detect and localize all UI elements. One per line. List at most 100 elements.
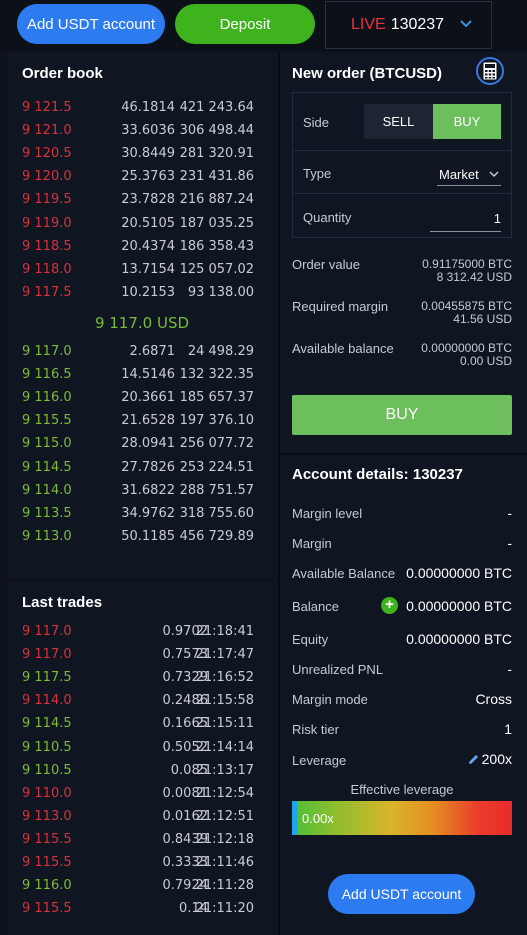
plus-icon[interactable]: + [381, 597, 398, 614]
account-number: 130237 [390, 16, 445, 33]
bid-size: 2.6871 [129, 344, 176, 359]
bid-price: 9 113.5 [22, 505, 72, 521]
ask-size: 13.7154 [121, 261, 175, 277]
bid-row[interactable]: 9 117.0 2.6871 24 498.29 [22, 344, 254, 364]
type-label: Type [303, 166, 332, 181]
trade-price: 9 116.0 [22, 878, 72, 894]
leverage-label: Leverage [292, 753, 347, 768]
mid-price: 9 117.0 USD [94, 314, 190, 332]
trade-row: 9 116.0 0.7924 21:11:28 [22, 878, 254, 898]
ask-total: 186 358.43 [179, 238, 254, 254]
trade-time: 21:13:17 [195, 762, 254, 778]
calculator-icon [483, 62, 497, 80]
chevron-down-icon [489, 171, 499, 178]
chevron-down-icon [460, 20, 472, 28]
ask-total: 187 035.25 [179, 215, 254, 231]
ask-price: 9 118.0 [22, 261, 72, 277]
bid-price: 9 117.0 [22, 344, 72, 359]
trade-price: 9 115.5 [22, 855, 72, 870]
trade-price: 9 110.5 [22, 739, 72, 755]
balance-label: Balance [292, 599, 339, 614]
ask-row[interactable]: 9 120.5 30.8449 281 320.91 [22, 146, 254, 166]
bid-total: 318 755.60 [179, 505, 254, 521]
trade-time: 21:12:18 [195, 831, 254, 847]
ask-row[interactable]: 9 117.5 10.2153 93 138.00 [22, 285, 254, 305]
equity-label: Equity [292, 632, 329, 647]
trade-row: 9 115.5 0.8439 21:12:18 [22, 832, 254, 852]
unrealized-pnl-value: - [507, 661, 512, 677]
deposit-button[interactable]: Deposit [175, 4, 315, 44]
ask-price: 9 119.5 [22, 192, 72, 208]
ask-price: 9 120.0 [22, 169, 72, 185]
ask-row[interactable]: 9 121.5 46.1814 421 243.64 [22, 100, 254, 120]
ask-row[interactable]: 9 120.0 25.3763 231 431.86 [22, 169, 254, 189]
live-indicator: LIVE [351, 16, 386, 33]
ask-size: 33.6036 [121, 123, 175, 139]
add-usdt-account-button-bottom[interactable]: Add USDT account [328, 874, 475, 914]
ask-row[interactable]: 9 118.5 20.4374 186 358.43 [22, 239, 254, 259]
calculator-button[interactable] [476, 57, 504, 85]
add-usdt-account-button[interactable]: Add USDT account [17, 4, 165, 44]
pencil-icon[interactable] [467, 753, 480, 766]
trade-row: 9 114.0 0.2486 21:15:58 [22, 693, 254, 713]
ask-row[interactable]: 9 119.5 23.7828 216 887.24 [22, 192, 254, 212]
ask-size: 20.4374 [121, 238, 175, 254]
bid-size: 31.6822 [121, 482, 175, 498]
account-details-title: Account details: 130237 [292, 466, 463, 483]
bid-row[interactable]: 9 115.5 21.6528 197 376.10 [22, 413, 254, 433]
order-type-select[interactable]: Market [437, 162, 501, 186]
trade-time: 21:12:51 [195, 808, 254, 824]
bid-row[interactable]: 9 113.5 34.9762 318 755.60 [22, 506, 254, 526]
trade-row: 9 115.5 0.3333 21:11:46 [22, 855, 254, 875]
ask-row[interactable]: 9 119.0 20.5105 187 035.25 [22, 216, 254, 236]
ask-row[interactable]: 9 121.0 33.6036 306 498.44 [22, 123, 254, 143]
account-selector[interactable]: LIVE 130237 [325, 1, 492, 49]
bid-size: 28.0941 [121, 436, 175, 452]
bid-row[interactable]: 9 113.0 50.1185 456 729.89 [22, 529, 254, 549]
buy-toggle-button[interactable]: BUY [433, 104, 501, 139]
effective-leverage-label: Effective leverage [350, 782, 454, 797]
sell-toggle-button[interactable]: SELL [364, 104, 433, 139]
required-margin-usd: 41.56 USD [453, 312, 512, 326]
bid-size: 50.1185 [121, 528, 175, 544]
ask-price: 9 117.5 [22, 284, 72, 300]
trade-time: 21:12:54 [195, 785, 254, 801]
trade-time: 21:11:28 [195, 878, 254, 894]
bid-row[interactable]: 9 115.0 28.0941 256 077.72 [22, 436, 254, 456]
trade-row: 9 113.0 0.0162 21:12:51 [22, 809, 254, 829]
margin-label: Margin [292, 536, 332, 551]
ask-row[interactable]: 9 118.0 13.7154 125 057.02 [22, 262, 254, 282]
trade-price: 9 110.5 [22, 762, 72, 778]
bid-total: 256 077.72 [179, 436, 254, 452]
bid-price: 9 113.0 [22, 528, 72, 544]
risk-tier-value: 1 [504, 721, 512, 737]
unrealized-pnl-label: Unrealized PNL [292, 662, 384, 677]
bid-size: 20.3661 [121, 390, 175, 406]
ask-total: 93 138.00 [187, 284, 254, 300]
ask-size: 10.2153 [121, 284, 175, 300]
trade-time: 21:11:46 [195, 855, 254, 870]
bid-row[interactable]: 9 116.0 20.3661 185 657.37 [22, 390, 254, 410]
bid-row[interactable]: 9 114.0 31.6822 288 751.57 [22, 483, 254, 503]
leverage-control[interactable]: 200x [467, 751, 512, 767]
trade-price: 9 113.0 [22, 808, 72, 824]
bid-row[interactable]: 9 116.5 14.5146 132 322.35 [22, 367, 254, 387]
bid-price: 9 114.5 [22, 459, 72, 475]
bid-price: 9 114.0 [22, 482, 72, 498]
new-order-title: New order (BTCUSD) [292, 65, 443, 82]
order-value: 0.91175000 BTC 8 312.42 USD [422, 258, 512, 284]
available-balance-label: Available balance [292, 341, 394, 356]
bid-size: 27.7826 [121, 459, 175, 475]
bid-total: 288 751.57 [179, 482, 254, 498]
ask-price: 9 121.5 [22, 100, 72, 115]
trade-price: 9 117.0 [22, 647, 72, 663]
order-value-usd: 8 312.42 USD [436, 270, 512, 284]
ask-size: 23.7828 [121, 192, 175, 208]
equity-value: 0.00000000 BTC [406, 631, 512, 647]
quantity-input[interactable] [430, 206, 501, 232]
buy-button[interactable]: BUY [292, 395, 512, 435]
required-margin-value: 0.00455875 BTC 41.56 USD [421, 300, 512, 326]
ask-total: 216 887.24 [179, 192, 254, 208]
bid-price: 9 115.5 [22, 413, 72, 429]
bid-row[interactable]: 9 114.5 27.7826 253 224.51 [22, 460, 254, 480]
